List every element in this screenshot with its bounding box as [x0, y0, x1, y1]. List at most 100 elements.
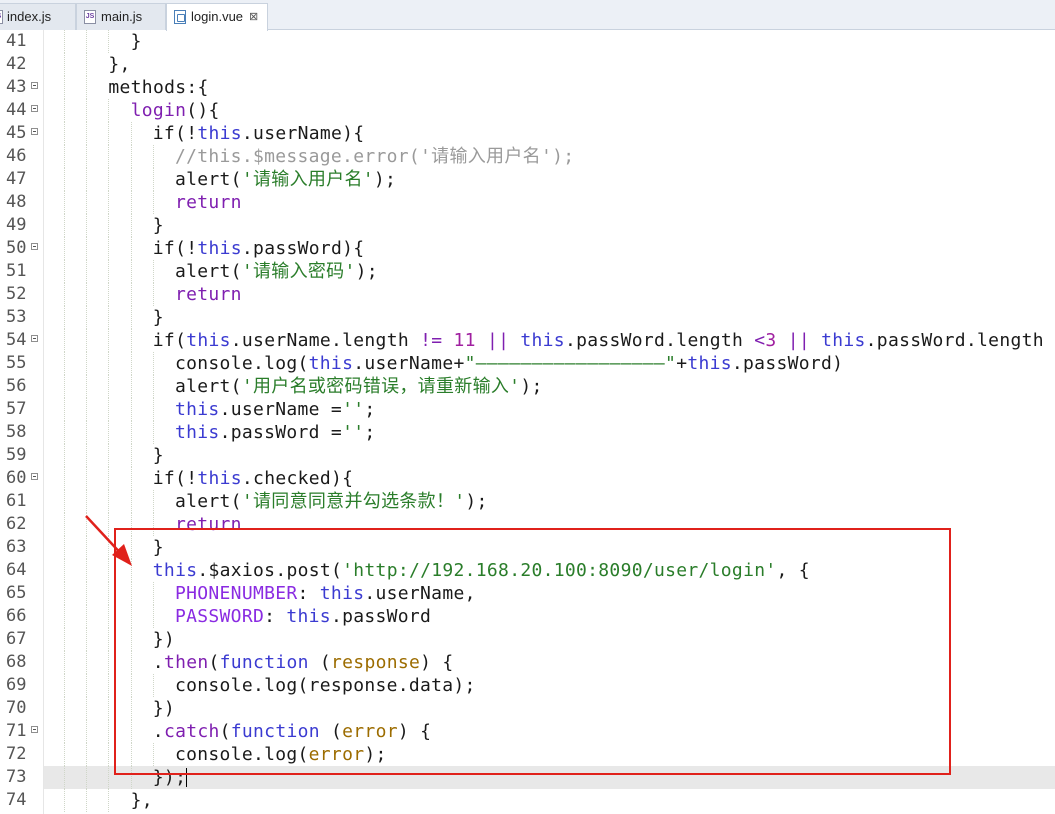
- indent-guide: [108, 628, 110, 651]
- indent-guide: [130, 559, 133, 582]
- fold-toggle-icon[interactable]: [31, 128, 38, 135]
- code-line[interactable]: 61 alert('请同意同意并勾选条款！');: [0, 490, 1055, 513]
- indent-guide: [64, 352, 66, 375]
- code-line[interactable]: 66 PASSWORD: this.passWord: [0, 605, 1055, 628]
- line-number: 55: [6, 353, 27, 373]
- code-line[interactable]: 41}: [0, 30, 1055, 53]
- code-line[interactable]: 69 console.log(response.data);: [0, 674, 1055, 697]
- indent-guide: [152, 674, 155, 697]
- code-line[interactable]: 60 if(!this.checked){: [0, 467, 1055, 490]
- code-token-plain: ) {: [420, 652, 454, 673]
- code-line[interactable]: 48 return: [0, 191, 1055, 214]
- line-number: 42: [6, 54, 27, 74]
- code-line[interactable]: 67}): [0, 628, 1055, 651]
- fold-toggle-icon[interactable]: [31, 105, 38, 112]
- indent-guide: [64, 145, 66, 168]
- tab-main-js[interactable]: main.js: [76, 3, 166, 30]
- code-line[interactable]: 45 if(!this.userName){: [0, 122, 1055, 145]
- code-text: }): [153, 628, 175, 651]
- code-line[interactable]: 58 this.passWord ='';: [0, 421, 1055, 444]
- code-line[interactable]: 63}: [0, 536, 1055, 559]
- indent-guide: [152, 145, 155, 168]
- code-line[interactable]: 42},: [0, 53, 1055, 76]
- code-text: login(){: [131, 99, 220, 122]
- fold-toggle-icon[interactable]: [31, 335, 38, 342]
- code-line[interactable]: 70}): [0, 697, 1055, 720]
- code-text: //this.$message.error('请输入用户名');: [175, 145, 574, 168]
- code-token-plain: .: [152, 721, 164, 742]
- tab-index-js[interactable]: index.js: [0, 3, 76, 30]
- code-line[interactable]: 54 if(this.userName.length != 11 || this.…: [0, 329, 1055, 352]
- indent-guide: [64, 490, 66, 513]
- line-number: 70: [6, 698, 27, 718]
- js-file-icon: [0, 10, 3, 24]
- code-text: methods:{: [108, 76, 208, 99]
- code-line[interactable]: 49}: [0, 214, 1055, 237]
- indent-guide: [86, 398, 88, 421]
- indent-guide: [108, 352, 110, 375]
- indent-guide: [64, 559, 66, 582]
- code-line[interactable]: 74},: [0, 789, 1055, 812]
- indent-guide: [130, 329, 133, 352]
- code-token-plain: if: [152, 330, 176, 351]
- code-text: return: [175, 513, 242, 536]
- code-line[interactable]: 73});: [0, 766, 1055, 789]
- code-text: }: [153, 306, 164, 329]
- code-editor[interactable]: 41} 42}, 43 methods:{44 login(){45 if(!this.u…: [0, 30, 1055, 814]
- indent-guide: [130, 214, 133, 237]
- vue-file-icon: [174, 10, 186, 24]
- close-tab-icon[interactable]: ⊠: [249, 4, 258, 30]
- indent-guide: [64, 283, 66, 306]
- code-line[interactable]: 51 alert('请输入密码');: [0, 260, 1055, 283]
- code-line[interactable]: 46 //this.$message.error('请输入用户名');: [0, 145, 1055, 168]
- code-token-plain: ;: [364, 399, 376, 420]
- code-line[interactable]: 68 .then(function (response) {: [0, 651, 1055, 674]
- code-line[interactable]: 47 alert('请输入用户名');: [0, 168, 1055, 191]
- code-token-keyword: then: [163, 652, 209, 673]
- code-line[interactable]: 57 this.userName ='';: [0, 398, 1055, 421]
- indent-guide: [130, 145, 133, 168]
- code-line[interactable]: 43 methods:{: [0, 76, 1055, 99]
- code-line[interactable]: 55 console.log(this.userName+"———————————…: [0, 352, 1055, 375]
- indent-guide: [86, 582, 88, 605]
- code-text: },: [131, 789, 153, 812]
- code-token-plain: (: [308, 652, 332, 673]
- indent-guide: [108, 191, 110, 214]
- code-token-this: this: [175, 422, 220, 443]
- indent-guide: [86, 30, 88, 53]
- code-line[interactable]: 72 console.log(error);: [0, 743, 1055, 766]
- indent-guide: [86, 605, 88, 628]
- line-number: 66: [6, 606, 27, 626]
- fold-toggle-icon[interactable]: [31, 243, 38, 250]
- code-line[interactable]: 50 if(!this.passWord){: [0, 237, 1055, 260]
- fold-toggle-icon[interactable]: [31, 82, 38, 89]
- code-token-plain: .passWord.length: [865, 330, 1055, 351]
- indent-guide: [86, 444, 88, 467]
- code-line[interactable]: 62 return: [0, 513, 1055, 536]
- fold-toggle-icon[interactable]: [31, 726, 38, 733]
- fold-toggle-icon[interactable]: [31, 473, 38, 480]
- indent-guide: [64, 766, 66, 789]
- code-token-number: 3: [765, 330, 777, 351]
- code-line[interactable]: 59}: [0, 444, 1055, 467]
- code-token-plain: );: [364, 744, 387, 765]
- code-token-string: '请输入密码': [241, 261, 356, 282]
- line-number: 41: [6, 31, 27, 51]
- indent-guide: [64, 628, 66, 651]
- tab-login-vue[interactable]: login.vue ⊠: [166, 3, 268, 31]
- code-line[interactable]: 56 alert('用户名或密码错误，请重新输入');: [0, 375, 1055, 398]
- current-line-highlight: [44, 766, 1055, 789]
- code-token-plain: .passWord: [330, 606, 432, 627]
- code-line[interactable]: 71 .catch(function (error) {: [0, 720, 1055, 743]
- code-line[interactable]: 52 return: [0, 283, 1055, 306]
- indent-guide: [130, 720, 133, 743]
- code-token-plain: );: [465, 491, 488, 512]
- code-line[interactable]: 53}: [0, 306, 1055, 329]
- code-line[interactable]: 44 login(){: [0, 99, 1055, 122]
- code-line[interactable]: 64 this.$axios.post('http://192.168.20.10…: [0, 559, 1055, 582]
- code-line[interactable]: 65 PHONENUMBER: this.userName,: [0, 582, 1055, 605]
- code-token-keyword: catch: [163, 721, 220, 742]
- code-token-this: this: [319, 583, 365, 604]
